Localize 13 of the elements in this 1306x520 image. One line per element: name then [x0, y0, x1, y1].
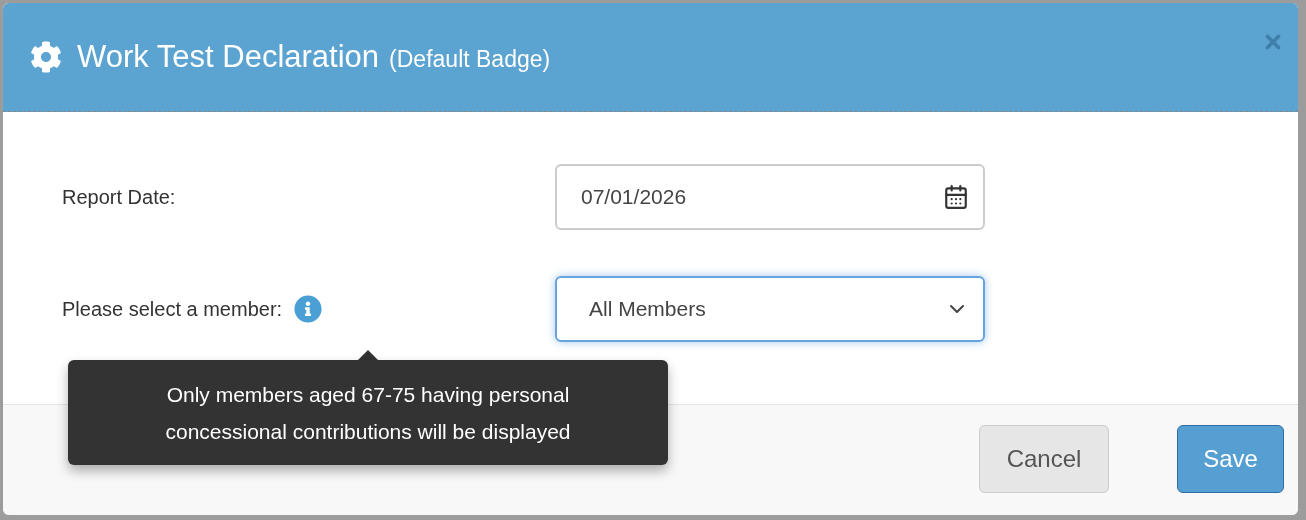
settings-icon: [30, 41, 62, 73]
info-icon[interactable]: [294, 295, 323, 323]
member-select[interactable]: All Members: [555, 276, 985, 342]
dialog-title: Work Test Declaration: [77, 37, 380, 76]
cancel-button[interactable]: Cancel: [979, 424, 1109, 493]
date-field[interactable]: 07/01/2026: [555, 164, 985, 230]
dialog-subtitle: (Default Badge): [389, 44, 551, 74]
field-value: All Members: [589, 296, 706, 323]
field-value: 07/01/2026: [581, 184, 687, 211]
calendar-icon[interactable]: [943, 184, 969, 210]
field-label: Report Date:: [62, 185, 176, 210]
tooltip-text: Only members aged 67-75 having personal concessional contributions will be displayed: [164, 381, 572, 445]
field-label: Please select a member:: [62, 297, 283, 322]
